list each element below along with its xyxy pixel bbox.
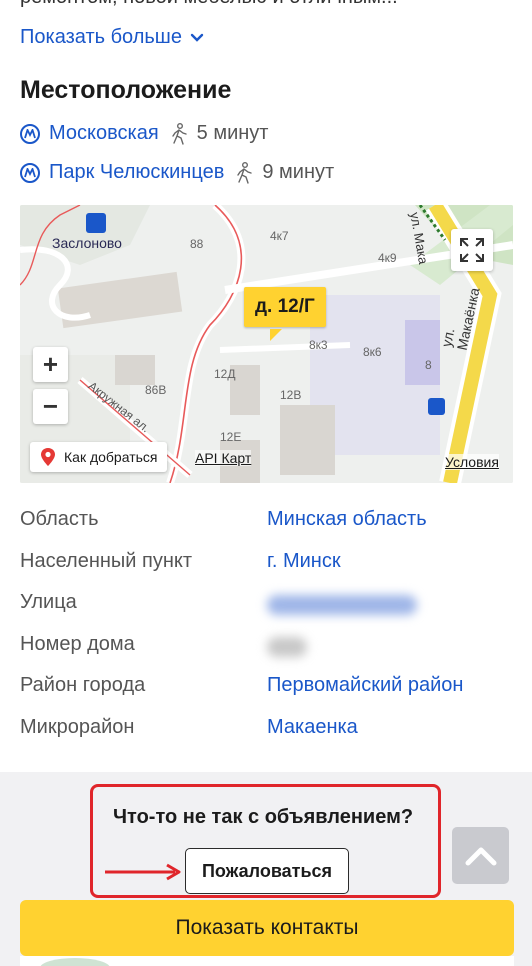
route-button[interactable]: Как добраться [30,442,168,472]
param-label: Район города [20,674,146,696]
metro-row: Московская 5 минут [20,122,268,145]
chevron-up-icon [465,847,496,865]
param-label: Номер дома [20,632,135,655]
description-truncated-text: ремонтом, новой мебелью и отличным... [20,0,398,9]
param-row: Номер дома [20,625,520,667]
report-question: Что-то не так с объявлением? [113,806,414,828]
show-more-label: Показать больше [20,26,182,48]
param-value-link[interactable]: Первомайский район [267,674,463,697]
address-marker[interactable]: д. 12/Г [244,287,326,327]
address-params: Область Минская область Населенный пункт… [20,500,520,749]
building-label: 8к3 [309,338,328,352]
map-place-label: Заслоново [52,235,122,251]
expand-icon [460,238,484,262]
api-maps-link[interactable]: API Карт [195,450,252,466]
metro-station-link[interactable]: Парк Челюскинцев [49,161,224,184]
building-label: 88 [190,237,204,251]
param-row: Область Минская область [20,500,520,542]
param-row: Район города Первомайский район [20,666,520,708]
building-label: 8к6 [363,345,382,359]
param-value-link[interactable]: Макаенка [267,716,358,739]
fullscreen-button[interactable] [451,229,493,271]
address-marker-pointer [270,329,282,341]
scroll-to-top-button[interactable] [452,827,509,884]
zoom-out-button[interactable]: − [33,389,68,424]
param-label: Микрорайон [20,715,135,738]
preview-image [40,958,110,966]
building-label: 12Е [220,430,242,444]
show-more-link[interactable]: Показать больше [20,26,204,49]
param-label: Улица [20,591,77,613]
map-pin-icon [41,448,55,466]
param-value-link[interactable]: Минская область [267,508,427,531]
param-label: Область [20,508,99,530]
railway-station-icon [86,213,106,233]
report-button[interactable]: Пожаловаться [185,848,349,894]
metro-station-link[interactable]: Московская [49,122,159,145]
building-label: 4к7 [270,229,289,243]
building-label: 12В [280,388,302,402]
arrow-annotation-icon [105,863,181,881]
walking-person-icon [237,161,253,184]
walking-person-icon [171,122,187,145]
blurred-street-value [267,595,417,615]
location-map[interactable]: Заслоново 88 4к7 4к9 8к3 8к6 8 12Д 86В 1… [20,205,513,483]
location-section-title: Местоположение [20,76,232,104]
metro-icon [20,162,40,183]
walk-time: 9 минут [262,161,335,183]
param-value-link[interactable]: г. Минск [267,550,341,573]
walk-time: 5 минут [196,122,269,144]
blurred-house-number [267,636,307,657]
zoom-in-button[interactable]: + [33,347,68,382]
building-label: 12Д [214,367,236,381]
param-row: Микрорайон Макаенка [20,708,520,750]
chevron-down-icon [190,33,204,42]
show-contacts-button[interactable]: Показать контакты [20,900,514,956]
param-label: Населенный пункт [20,549,193,572]
metro-row: Парк Челюскинцев 9 минут [20,161,334,184]
metro-icon [20,123,40,144]
building-label: 4к9 [378,251,397,265]
terms-link[interactable]: Условия [445,454,499,470]
param-row: Улица [20,583,520,625]
param-row: Населенный пункт г. Минск [20,542,520,584]
building-label: 8 [425,358,432,372]
route-button-label: Как добраться [64,449,158,465]
building-label: 86В [145,383,167,397]
bus-stop-icon [428,398,445,415]
next-card-preview [20,956,514,966]
